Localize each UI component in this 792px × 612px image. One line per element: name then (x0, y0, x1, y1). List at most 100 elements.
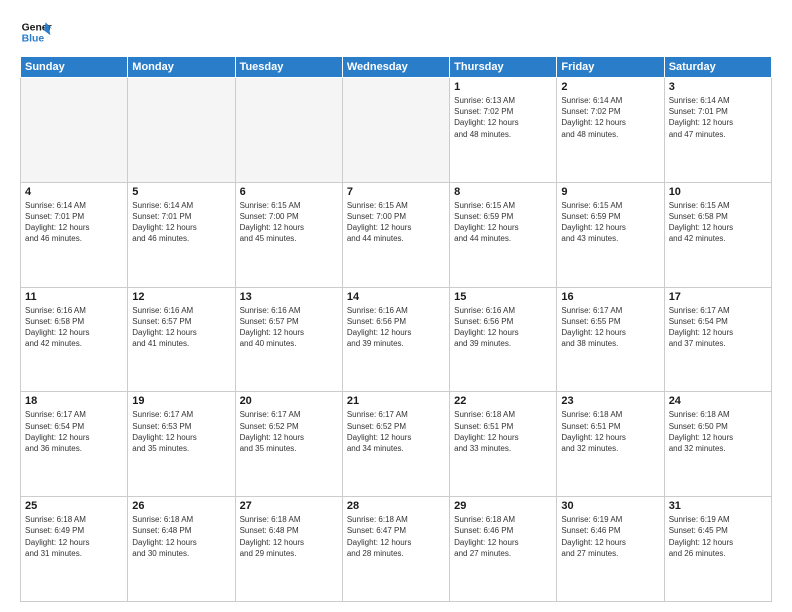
calendar-cell: 23 Sunrise: 6:18 AM Sunset: 6:51 PM Dayli… (557, 392, 664, 497)
day-info: Sunrise: 6:14 AM Sunset: 7:01 PM Dayligh… (669, 95, 767, 140)
day-number: 28 (347, 500, 445, 512)
weekday-header-sunday: Sunday (21, 57, 128, 78)
page: General Blue SundayMondayTuesdayWednesda… (0, 0, 792, 612)
day-number: 3 (669, 81, 767, 93)
week-row-2: 11Sunrise: 6:16 AM Sunset: 6:58 PM Dayli… (21, 287, 772, 392)
logo-icon: General Blue (20, 16, 52, 48)
day-number: 13 (240, 291, 338, 303)
calendar-cell: 31Sunrise: 6:19 AM Sunset: 6:45 PM Dayli… (664, 497, 771, 602)
calendar-cell: 17 Sunrise: 6:17 AM Sunset: 6:54 PM Dayli… (664, 287, 771, 392)
day-number: 27 (240, 500, 338, 512)
day-info: Sunrise: 6:16 AM Sunset: 6:56 PM Dayligh… (454, 305, 552, 350)
day-info: Sunrise: 6:18 AM Sunset: 6:49 PM Dayligh… (25, 514, 123, 559)
day-info: Sunrise: 6:15 AM Sunset: 6:59 PM Dayligh… (454, 200, 552, 245)
week-row-3: 18 Sunrise: 6:17 AM Sunset: 6:54 PM Dayli… (21, 392, 772, 497)
day-info: Sunrise: 6:18 AM Sunset: 6:46 PM Dayligh… (454, 514, 552, 559)
calendar-cell: 27 Sunrise: 6:18 AM Sunset: 6:48 PM Dayli… (235, 497, 342, 602)
calendar-cell: 8 Sunrise: 6:15 AM Sunset: 6:59 PM Daylig… (450, 182, 557, 287)
day-number: 6 (240, 186, 338, 198)
calendar-cell: 30Sunrise: 6:19 AM Sunset: 6:46 PM Dayli… (557, 497, 664, 602)
day-info: Sunrise: 6:17 AM Sunset: 6:52 PM Dayligh… (240, 409, 338, 454)
day-number: 9 (561, 186, 659, 198)
day-info: Sunrise: 6:15 AM Sunset: 6:58 PM Dayligh… (669, 200, 767, 245)
calendar-cell: 11Sunrise: 6:16 AM Sunset: 6:58 PM Dayli… (21, 287, 128, 392)
calendar-cell (235, 78, 342, 183)
day-number: 15 (454, 291, 552, 303)
day-number: 7 (347, 186, 445, 198)
day-number: 10 (669, 186, 767, 198)
day-info: Sunrise: 6:15 AM Sunset: 7:00 PM Dayligh… (347, 200, 445, 245)
day-number: 12 (132, 291, 230, 303)
day-number: 19 (132, 395, 230, 407)
day-info: Sunrise: 6:16 AM Sunset: 6:56 PM Dayligh… (347, 305, 445, 350)
day-number: 30 (561, 500, 659, 512)
day-number: 26 (132, 500, 230, 512)
weekday-header-row: SundayMondayTuesdayWednesdayThursdayFrid… (21, 57, 772, 78)
day-number: 14 (347, 291, 445, 303)
day-info: Sunrise: 6:13 AM Sunset: 7:02 PM Dayligh… (454, 95, 552, 140)
day-info: Sunrise: 6:14 AM Sunset: 7:01 PM Dayligh… (25, 200, 123, 245)
day-info: Sunrise: 6:15 AM Sunset: 6:59 PM Dayligh… (561, 200, 659, 245)
calendar-cell: 2 Sunrise: 6:14 AM Sunset: 7:02 PM Daylig… (557, 78, 664, 183)
calendar-cell: 6 Sunrise: 6:15 AM Sunset: 7:00 PM Daylig… (235, 182, 342, 287)
weekday-header-monday: Monday (128, 57, 235, 78)
day-info: Sunrise: 6:17 AM Sunset: 6:52 PM Dayligh… (347, 409, 445, 454)
svg-text:Blue: Blue (22, 34, 45, 45)
day-info: Sunrise: 6:16 AM Sunset: 6:57 PM Dayligh… (240, 305, 338, 350)
day-info: Sunrise: 6:18 AM Sunset: 6:48 PM Dayligh… (132, 514, 230, 559)
day-info: Sunrise: 6:17 AM Sunset: 6:55 PM Dayligh… (561, 305, 659, 350)
calendar-cell: 20Sunrise: 6:17 AM Sunset: 6:52 PM Dayli… (235, 392, 342, 497)
calendar-cell (128, 78, 235, 183)
calendar-cell (342, 78, 449, 183)
day-number: 29 (454, 500, 552, 512)
weekday-header-saturday: Saturday (664, 57, 771, 78)
calendar-cell: 13 Sunrise: 6:16 AM Sunset: 6:57 PM Dayli… (235, 287, 342, 392)
day-info: Sunrise: 6:18 AM Sunset: 6:47 PM Dayligh… (347, 514, 445, 559)
day-number: 2 (561, 81, 659, 93)
day-number: 1 (454, 81, 552, 93)
calendar-cell: 22 Sunrise: 6:18 AM Sunset: 6:51 PM Dayli… (450, 392, 557, 497)
day-info: Sunrise: 6:16 AM Sunset: 6:58 PM Dayligh… (25, 305, 123, 350)
calendar-cell: 5 Sunrise: 6:14 AM Sunset: 7:01 PM Daylig… (128, 182, 235, 287)
weekday-header-thursday: Thursday (450, 57, 557, 78)
calendar-cell: 29 Sunrise: 6:18 AM Sunset: 6:46 PM Dayli… (450, 497, 557, 602)
calendar-table: SundayMondayTuesdayWednesdayThursdayFrid… (20, 56, 772, 602)
day-info: Sunrise: 6:18 AM Sunset: 6:51 PM Dayligh… (561, 409, 659, 454)
day-number: 8 (454, 186, 552, 198)
calendar-cell: 24 Sunrise: 6:18 AM Sunset: 6:50 PM Dayli… (664, 392, 771, 497)
day-number: 31 (669, 500, 767, 512)
calendar-cell: 10 Sunrise: 6:15 AM Sunset: 6:58 PM Dayli… (664, 182, 771, 287)
calendar-cell (21, 78, 128, 183)
logo: General Blue (20, 16, 52, 48)
week-row-0: 1 Sunrise: 6:13 AM Sunset: 7:02 PM Daylig… (21, 78, 772, 183)
calendar-cell: 3 Sunrise: 6:14 AM Sunset: 7:01 PM Daylig… (664, 78, 771, 183)
day-info: Sunrise: 6:17 AM Sunset: 6:53 PM Dayligh… (132, 409, 230, 454)
header: General Blue (20, 16, 772, 48)
day-number: 24 (669, 395, 767, 407)
day-info: Sunrise: 6:17 AM Sunset: 6:54 PM Dayligh… (25, 409, 123, 454)
weekday-header-friday: Friday (557, 57, 664, 78)
day-info: Sunrise: 6:15 AM Sunset: 7:00 PM Dayligh… (240, 200, 338, 245)
calendar-cell: 15 Sunrise: 6:16 AM Sunset: 6:56 PM Dayli… (450, 287, 557, 392)
day-number: 23 (561, 395, 659, 407)
day-number: 16 (561, 291, 659, 303)
day-number: 17 (669, 291, 767, 303)
day-info: Sunrise: 6:18 AM Sunset: 6:48 PM Dayligh… (240, 514, 338, 559)
calendar-cell: 9 Sunrise: 6:15 AM Sunset: 6:59 PM Daylig… (557, 182, 664, 287)
day-info: Sunrise: 6:18 AM Sunset: 6:50 PM Dayligh… (669, 409, 767, 454)
day-number: 4 (25, 186, 123, 198)
day-info: Sunrise: 6:14 AM Sunset: 7:01 PM Dayligh… (132, 200, 230, 245)
day-number: 18 (25, 395, 123, 407)
calendar-cell: 21Sunrise: 6:17 AM Sunset: 6:52 PM Dayli… (342, 392, 449, 497)
day-number: 22 (454, 395, 552, 407)
day-info: Sunrise: 6:17 AM Sunset: 6:54 PM Dayligh… (669, 305, 767, 350)
weekday-header-wednesday: Wednesday (342, 57, 449, 78)
calendar-cell: 16 Sunrise: 6:17 AM Sunset: 6:55 PM Dayli… (557, 287, 664, 392)
calendar-cell: 28 Sunrise: 6:18 AM Sunset: 6:47 PM Dayli… (342, 497, 449, 602)
week-row-1: 4 Sunrise: 6:14 AM Sunset: 7:01 PM Daylig… (21, 182, 772, 287)
calendar-cell: 14 Sunrise: 6:16 AM Sunset: 6:56 PM Dayli… (342, 287, 449, 392)
day-info: Sunrise: 6:14 AM Sunset: 7:02 PM Dayligh… (561, 95, 659, 140)
day-number: 5 (132, 186, 230, 198)
day-info: Sunrise: 6:18 AM Sunset: 6:51 PM Dayligh… (454, 409, 552, 454)
week-row-4: 25Sunrise: 6:18 AM Sunset: 6:49 PM Dayli… (21, 497, 772, 602)
